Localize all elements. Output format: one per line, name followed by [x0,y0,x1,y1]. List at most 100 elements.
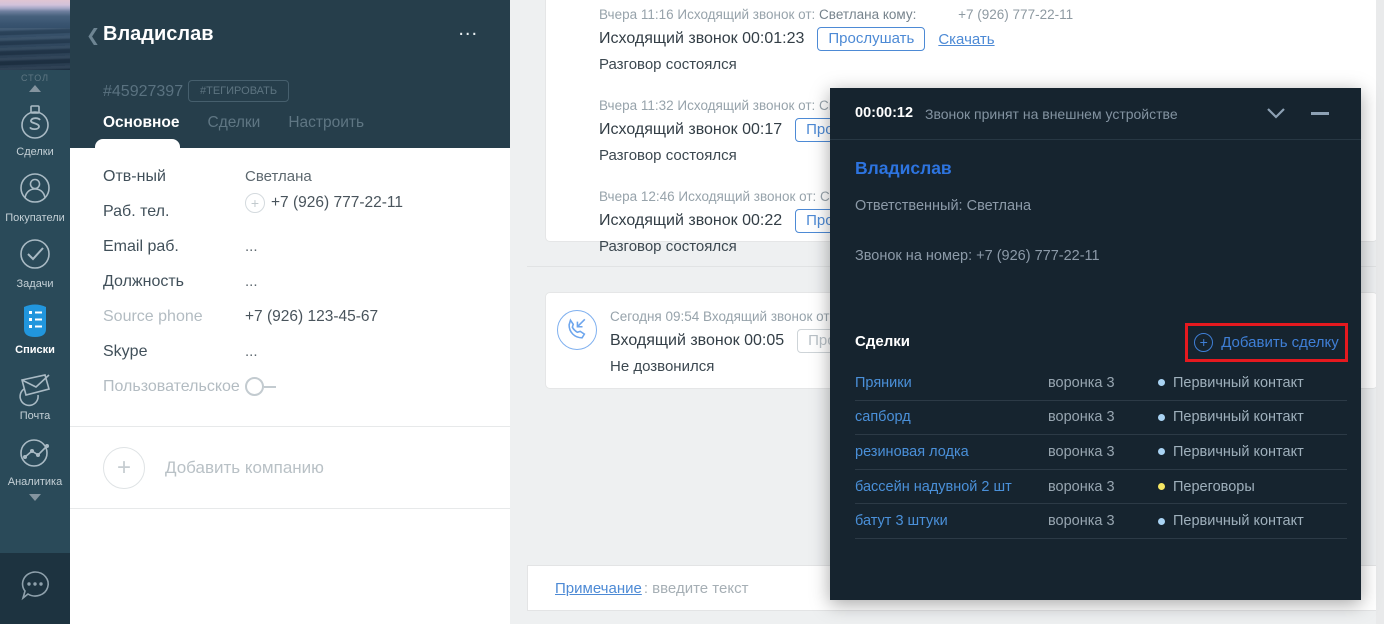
support-chat-section [0,553,70,624]
popup-responsible: Ответственный: Светлана [855,198,1031,214]
workspace-photo [0,0,70,70]
call-title: Исходящий звонок 00:22 [599,212,782,230]
sidebar-item-lists[interactable]: Списки [0,299,70,356]
deals-section-title: Сделки [855,333,910,350]
field-value[interactable]: +7 (926) 123-45-67 [245,308,378,326]
deal-link[interactable]: резиновая лодка [855,444,1048,460]
add-deal-button[interactable]: + Добавить сделку [1185,323,1348,362]
section-divider [70,508,510,509]
field-row-responsible: Отв-ный Светлана [70,159,510,194]
add-phone-icon[interactable]: + [245,193,265,213]
tag-button[interactable]: #ТЕГИРОВАТЬ [188,80,289,102]
call-meta-phone: +7 (926) 777-22-11 [958,7,1073,22]
deal-pipeline: воронка 3 [1048,513,1158,529]
feed-call-entry: Вчера 11:16 Исходящий звонок от: Светлан… [599,7,1357,73]
call-popup: 00:00:12 Звонок принят на внешнем устрой… [830,88,1361,600]
field-value[interactable]: +7 (926) 777-22-11 [271,194,403,212]
call-timer: 00:00:12 [855,105,913,121]
active-tab-indicator [95,139,180,148]
field-row-position: Должность ... [70,264,510,299]
add-company-label: Добавить компанию [165,458,324,478]
deal-status: Первичный контакт [1158,513,1304,529]
back-chevron-icon[interactable]: ❮ [86,26,100,46]
deal-link[interactable]: сапборд [855,409,1048,425]
field-label: Source phone [103,308,245,326]
scrollbar[interactable] [1376,0,1384,624]
deal-pipeline: воронка 3 [1048,409,1158,425]
add-company-button[interactable]: + Добавить компанию [70,440,510,496]
deal-row: батут 3 штуки воронка 3 Первичный контак… [855,504,1347,539]
call-meta: Вчера 11:16 Исходящий звонок от: Светлан… [599,7,1357,22]
deal-link[interactable]: Пряники [855,375,1048,391]
download-link[interactable]: Скачать [938,31,994,48]
field-label: Раб. тел. [103,203,245,221]
deals-list: Пряники воронка 3 Первичный контакт сапб… [855,366,1347,539]
custom-field-toggle[interactable] [245,377,264,396]
field-value[interactable]: Светлана [245,168,312,185]
leads-icon [0,101,70,143]
contact-panel: ❮ Владислав ... #45927397 #ТЕГИРОВАТЬ Ос… [70,0,510,624]
deal-status: Первичный контакт [1158,375,1304,391]
field-label: Skype [103,343,245,361]
tasks-icon [0,233,70,275]
lists-icon [0,299,70,341]
tab-setup[interactable]: Настроить [288,114,364,132]
support-chat-icon[interactable] [13,564,57,613]
popup-call-number: Звонок на номер: +7 (926) 777-22-11 [855,248,1100,264]
sidebar-item-tasks[interactable]: Задачи [0,233,70,290]
customers-icon [0,167,70,209]
tab-main[interactable]: Основное [103,114,180,132]
more-menu-icon[interactable]: ... [458,18,478,41]
field-label: Отв-ный [103,168,245,186]
listen-button[interactable]: Прослушать [817,27,925,51]
field-label: Должность [103,273,245,291]
field-row-source-phone: Source phone +7 (926) 123-45-67 [70,299,510,334]
field-value[interactable]: ... [245,343,258,360]
call-title: Исходящий звонок 00:17 [599,121,782,139]
call-title: Входящий звонок 00:05 [610,332,784,350]
tab-deals[interactable]: Сделки [208,114,261,132]
call-result: Разговор состоялся [599,56,1357,73]
status-dot [1158,414,1165,421]
add-company-plus-icon: + [103,447,145,489]
call-status: Звонок принят на внешнем устройстве [925,106,1178,122]
nav-scroll-up-icon[interactable] [29,85,41,92]
chevron-down-icon[interactable] [1266,106,1286,124]
sidebar-item-leads[interactable]: Сделки [0,101,70,158]
call-title: Исходящий звонок 00:01:23 [599,30,804,48]
popup-contact-link[interactable]: Владислав [855,158,952,179]
deal-link[interactable]: батут 3 штуки [855,513,1048,529]
field-value[interactable]: ... [245,238,258,255]
field-value[interactable]: ... [245,273,258,290]
contact-id: #45927397 [103,83,183,101]
note-type-selector[interactable]: Примечание [555,580,642,597]
deal-status: Первичный контакт [1158,409,1304,425]
deal-row: бассейн надувной 2 шт воронка 3 Перегово… [855,470,1347,505]
status-dot [1158,448,1165,455]
field-label: Email раб. [103,238,245,256]
sidebar-item-mail[interactable]: Почта [0,365,70,422]
deal-pipeline: воронка 3 [1048,444,1158,460]
add-deal-plus-icon: + [1194,333,1213,352]
incoming-call-icon [557,310,597,350]
sidebar-item-customers[interactable]: Покупатели [0,167,70,224]
minimize-icon[interactable] [1311,112,1329,115]
add-deal-label: Добавить сделку [1221,334,1339,351]
nav-sidebar: СТОЛ Сделки Покупатели [0,0,70,624]
note-placeholder: : введите текст [644,580,749,597]
sidebar-item-analytics[interactable]: Аналитика [0,431,70,488]
field-label: Пользовательское [103,378,245,396]
deal-link[interactable]: бассейн надувной 2 шт [855,479,1048,495]
contact-title: Владислав [103,23,214,46]
deal-row: резиновая лодка воронка 3 Первичный конт… [855,435,1347,470]
nav-scroll-down-icon[interactable] [29,494,41,501]
status-dot [1158,518,1165,525]
analytics-icon [0,431,70,473]
contact-header: ❮ Владислав ... #45927397 #ТЕГИРОВАТЬ Ос… [70,0,510,148]
deal-pipeline: воронка 3 [1048,479,1158,495]
call-popup-header: 00:00:12 Звонок принят на внешнем устрой… [830,88,1361,140]
deal-row: сапборд воронка 3 Первичный контакт [855,401,1347,436]
field-row-skype: Skype ... [70,334,510,369]
partial-nav-label: СТОЛ [0,73,70,83]
deal-status: Первичный контакт [1158,444,1304,460]
